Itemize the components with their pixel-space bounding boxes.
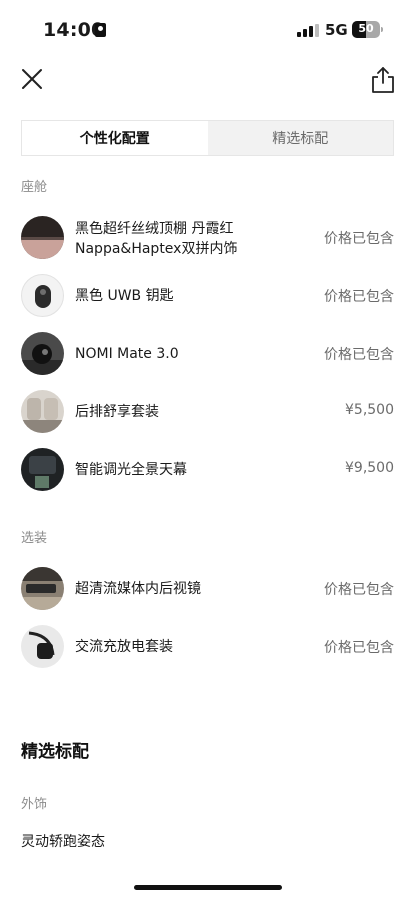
list-item[interactable]: 后排舒享套装 ¥5,500 xyxy=(21,390,394,434)
list-item-price: 价格已包含 xyxy=(324,582,394,598)
mirror-thumb xyxy=(21,567,64,610)
config-tabs: 个性化配置 精选标配 xyxy=(21,120,394,156)
section-label-options: 选装 xyxy=(21,531,48,546)
section-label-cabin: 座舱 xyxy=(21,180,48,195)
list-item-price: ¥9,500 xyxy=(345,460,394,476)
list-item-title-line1: 黑色超纤丝绒顶棚 丹霞红 xyxy=(75,221,234,237)
list-item-title: 超清流媒体内后视镜 xyxy=(75,581,201,597)
network-type: 5G xyxy=(325,21,348,39)
list-item[interactable]: 智能调光全景天幕 ¥9,500 xyxy=(21,448,394,492)
list-item-price: ¥5,500 xyxy=(345,402,394,418)
list-item-title: 后排舒享套装 xyxy=(75,404,159,420)
list-item-price: 价格已包含 xyxy=(324,289,394,305)
list-item[interactable]: 超清流媒体内后视镜 价格已包含 xyxy=(21,567,394,611)
home-indicator[interactable] xyxy=(134,885,282,890)
tab-personalized-config[interactable]: 个性化配置 xyxy=(22,121,208,155)
list-item-title: 黑色 UWB 钥匙 xyxy=(75,288,174,304)
list-item-price: 价格已包含 xyxy=(324,231,394,247)
battery-icon: 50 xyxy=(352,21,383,38)
list-item-price: 价格已包含 xyxy=(324,347,394,363)
close-button[interactable] xyxy=(20,67,44,91)
list-item-price: 价格已包含 xyxy=(324,640,394,656)
share-icon xyxy=(372,67,394,93)
list-item-title: 交流充放电套装 xyxy=(75,639,173,655)
list-item[interactable]: NOMI Mate 3.0 价格已包含 xyxy=(21,332,394,376)
list-item-title: NOMI Mate 3.0 xyxy=(75,346,179,362)
status-bar: 14:00 5G 50 xyxy=(0,0,415,62)
list-item-title: 智能调光全景天幕 xyxy=(75,462,187,478)
battery-level: 50 xyxy=(358,22,374,35)
list-item[interactable]: 交流充放电套装 价格已包含 xyxy=(21,625,394,669)
close-icon xyxy=(22,69,42,89)
tab-featured-standard[interactable]: 精选标配 xyxy=(207,121,393,155)
contact-badge-icon xyxy=(95,23,106,37)
list-item[interactable]: 黑色超纤丝绒顶棚 丹霞红 Nappa&Haptex双拼内饰 价格已包含 xyxy=(21,216,394,260)
charger-thumb xyxy=(21,625,64,668)
uwb-key-thumb xyxy=(21,274,64,317)
section-label-exterior: 外饰 xyxy=(21,797,48,812)
interior-swatch-thumb xyxy=(21,216,64,259)
featured-item: 灵动轿跑姿态 xyxy=(21,834,105,850)
list-item[interactable]: 黑色 UWB 钥匙 价格已包含 xyxy=(21,274,394,318)
list-item-title-line2: Nappa&Haptex双拼内饰 xyxy=(75,241,238,257)
panoramic-roof-thumb xyxy=(21,448,64,491)
rear-seat-thumb xyxy=(21,390,64,433)
featured-heading: 精选标配 xyxy=(21,742,89,762)
list-item-title: 黑色超纤丝绒顶棚 丹霞红 Nappa&Haptex双拼内饰 xyxy=(75,219,237,259)
signal-icon xyxy=(297,24,319,37)
nomi-mate-thumb xyxy=(21,332,64,375)
share-button[interactable] xyxy=(370,66,396,94)
